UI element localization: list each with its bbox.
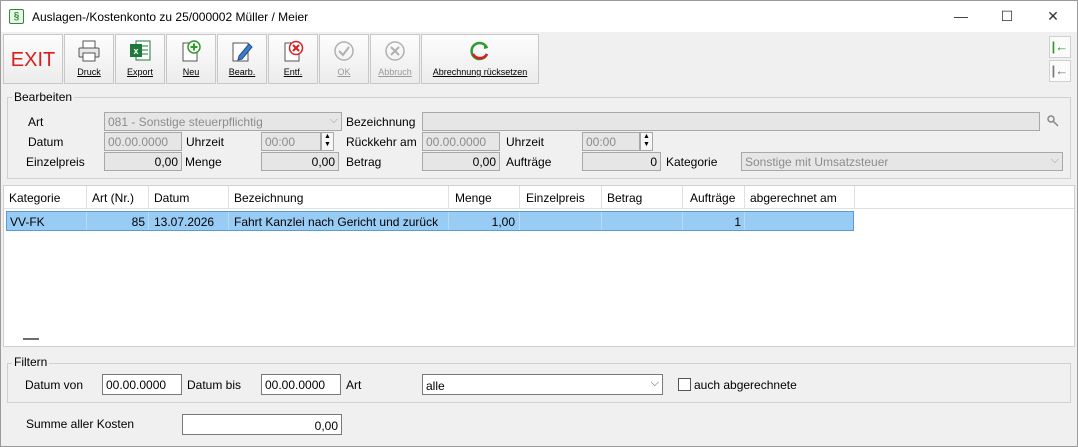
cell-datum: 13.07.2026 (154, 215, 215, 229)
col-einzelpreis[interactable]: Einzelpreis (526, 191, 585, 205)
chevron-down-icon: ⌵ (650, 377, 659, 389)
rueckkehr-field[interactable]: 00.00.0000 (422, 132, 500, 151)
splitter-handle[interactable] (23, 338, 39, 340)
col-art[interactable]: Art (Nr.) (92, 191, 134, 205)
uhrzeit-stepper[interactable]: ▲ ▼ (321, 132, 334, 151)
delete-button[interactable]: Entf. (268, 34, 318, 84)
cost-table[interactable]: Kategorie Art (Nr.) Datum Bezeichnung Me… (3, 185, 1075, 347)
uhrzeit-field[interactable]: 00:00 (261, 132, 321, 151)
art-label: Art (28, 115, 44, 129)
reset-billing-label: Abrechnung rücksetzen (432, 67, 528, 77)
chevron-down-icon: ⌵ (1050, 154, 1059, 166)
export-label: Export (126, 67, 153, 77)
new-button[interactable]: Neu (166, 34, 216, 84)
uhrzeit-label: Uhrzeit (186, 135, 225, 149)
cancel-button[interactable]: Abbruch (370, 34, 420, 84)
ok-button[interactable]: OK (319, 34, 369, 84)
filter-art-value: alle (426, 379, 445, 393)
delete-icon (269, 39, 317, 63)
kategorie-value: Sonstige mit Umsatzsteuer (745, 155, 889, 169)
toolbar: EXIT Druck x Export Neu Bearb. Entf. OK … (1, 32, 1077, 86)
uhrzeit2-label: Uhrzeit (506, 135, 545, 149)
menge-field[interactable]: 0,00 (261, 152, 339, 171)
summe-label: Summe aller Kosten (26, 417, 135, 431)
excel-icon: x (116, 39, 164, 63)
export-button[interactable]: x Export (115, 34, 165, 84)
svg-text:x: x (133, 46, 138, 56)
table-row[interactable]: VV-FK 85 13.07.2026 Fahrt Kanzlei nach G… (6, 211, 854, 231)
printer-icon (65, 39, 113, 63)
new-label: Neu (182, 67, 200, 77)
minimize-button[interactable]: — (938, 1, 984, 32)
auftraege-field[interactable]: 0 (582, 152, 661, 171)
uhrzeit2-stepper[interactable]: ▲ ▼ (640, 132, 653, 151)
art-select[interactable]: 081 - Sonstige steuerpflichtig ⌵ (104, 112, 342, 131)
nav-back-icon[interactable]: |← (1049, 60, 1071, 82)
cancel-label: Abbruch (378, 67, 412, 77)
exit-button[interactable]: EXIT (3, 34, 63, 84)
key-icon[interactable] (1046, 114, 1060, 128)
art-value: 081 - Sonstige steuerpflichtig (108, 115, 263, 129)
kategorie-label: Kategorie (666, 155, 718, 169)
datum-von-label: Datum von (25, 378, 84, 392)
window: § Auslagen-/Kostenkonto zu 25/000002 Mül… (0, 0, 1078, 447)
cell-kategorie: VV-FK (10, 215, 45, 229)
col-kategorie[interactable]: Kategorie (9, 191, 60, 205)
uhrzeit2-field[interactable]: 00:00 (582, 132, 640, 151)
maximize-button[interactable]: ☐ (984, 1, 1030, 32)
col-betrag[interactable]: Betrag (607, 191, 642, 205)
einzelpreis-label: Einzelpreis (26, 155, 85, 169)
delete-label: Entf. (283, 67, 303, 77)
print-button[interactable]: Druck (64, 34, 114, 84)
edit-label: Bearb. (228, 67, 256, 77)
datum-von-field[interactable]: 00.00.0000 (102, 374, 182, 395)
title-bar: § Auslagen-/Kostenkonto zu 25/000002 Mül… (1, 1, 1077, 32)
filter-legend: Filtern (12, 355, 50, 369)
filter-art-select[interactable]: alle ⌵ (422, 374, 663, 395)
kategorie-select[interactable]: Sonstige mit Umsatzsteuer ⌵ (741, 152, 1063, 171)
bezeichnung-label: Bezeichnung (346, 115, 416, 129)
datum-field[interactable]: 00.00.0000 (104, 132, 182, 151)
col-datum[interactable]: Datum (154, 191, 189, 205)
add-icon (167, 39, 215, 63)
bezeichnung-field[interactable] (422, 112, 1040, 131)
nav-first-icon[interactable]: |← (1049, 36, 1071, 58)
einzelpreis-field[interactable]: 0,00 (104, 152, 182, 171)
table-header: Kategorie Art (Nr.) Datum Bezeichnung Me… (4, 186, 1074, 209)
refresh-icon (422, 39, 538, 63)
auftraege-label: Aufträge (506, 155, 552, 169)
check-icon (320, 39, 368, 63)
pencil-icon (218, 39, 266, 63)
col-menge[interactable]: Menge (455, 191, 492, 205)
datum-bis-label: Datum bis (187, 378, 242, 392)
betrag-field[interactable]: 0,00 (422, 152, 500, 171)
cell-menge: 1,00 (491, 215, 515, 229)
app-icon: § (9, 9, 24, 24)
close-button[interactable]: ✕ (1030, 1, 1076, 32)
cell-auftraege: 1 (734, 215, 741, 229)
chevron-down-icon: ⌵ (329, 114, 338, 126)
window-title: Auslagen-/Kostenkonto zu 25/000002 Mülle… (32, 10, 309, 24)
cell-art: 85 (131, 215, 145, 229)
reset-billing-button[interactable]: Abrechnung rücksetzen (421, 34, 539, 84)
col-abgerechnet[interactable]: abgerechnet am (750, 191, 837, 205)
summe-field: 0,00 (182, 414, 342, 435)
print-label: Druck (77, 67, 101, 77)
filter-art-label: Art (346, 378, 362, 392)
cancel-icon (371, 39, 419, 63)
datum-label: Datum (28, 135, 64, 149)
cell-bezeichnung: Fahrt Kanzlei nach Gericht und zurück (234, 215, 439, 229)
exit-label: EXIT (10, 49, 56, 71)
auch-abgerechnete-checkbox[interactable] (678, 378, 691, 391)
edit-legend: Bearbeiten (12, 90, 75, 104)
betrag-label: Betrag (346, 155, 382, 169)
col-bezeichnung[interactable]: Bezeichnung (234, 191, 303, 205)
edit-button[interactable]: Bearb. (217, 34, 267, 84)
auch-abgerechnete-label[interactable]: auch abgerechnete (694, 378, 797, 392)
ok-label: OK (337, 67, 351, 77)
col-auftraege[interactable]: Aufträge (690, 191, 735, 205)
datum-bis-field[interactable]: 00.00.0000 (261, 374, 341, 395)
rueckkehr-label: Rückkehr am (346, 135, 417, 149)
menge-label: Menge (185, 155, 222, 169)
